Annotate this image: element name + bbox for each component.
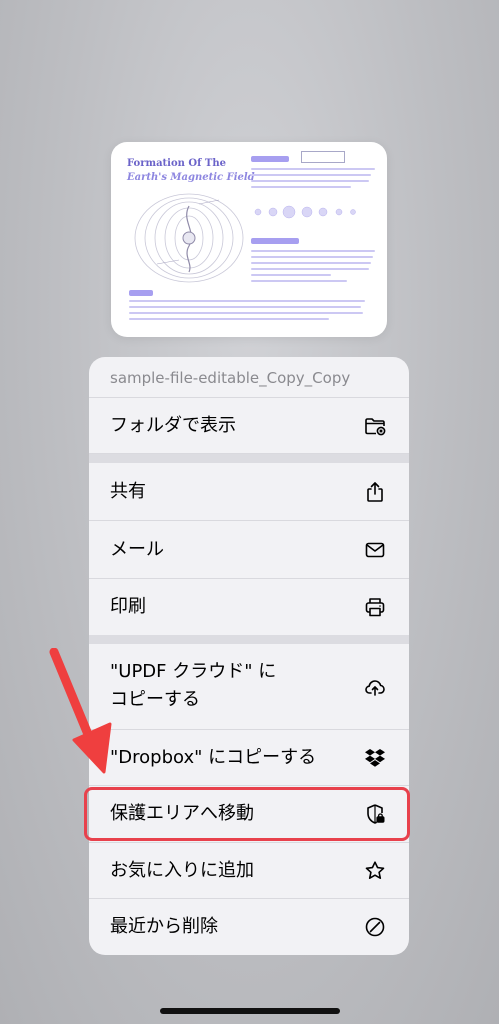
- menu-item-label: 最近から削除: [110, 916, 218, 937]
- menu-item-move-to-protected-area[interactable]: 保護エリアへ移動: [89, 786, 409, 843]
- menu-item-mail[interactable]: メール: [89, 521, 409, 579]
- thumbnail-section-tag: [251, 156, 289, 162]
- thumbnail-text-line: [251, 274, 331, 276]
- menu-item-label: 保護エリアへ移動: [110, 803, 254, 824]
- share-icon: [363, 480, 387, 504]
- magnetic-field-illustration: [129, 186, 249, 286]
- menu-item-print[interactable]: 印刷: [89, 579, 409, 635]
- thumbnail-text-line: [129, 306, 361, 308]
- menu-item-copy-to-updf-cloud[interactable]: "UPDF クラウド" に コピーする: [89, 644, 409, 730]
- printer-icon: [363, 595, 387, 619]
- screen: Formation Of The Earth's Magnetic Field: [0, 0, 499, 1024]
- thumbnail-text-line: [129, 318, 329, 320]
- thumbnail-text-line: [251, 256, 373, 258]
- section-separator: [89, 635, 409, 644]
- thumbnail-text-line: [251, 180, 369, 182]
- thumbnail-text-line: [129, 300, 365, 302]
- menu-item-copy-to-dropbox[interactable]: "Dropbox" にコピーする: [89, 730, 409, 786]
- menu-item-show-in-folder[interactable]: フォルダで表示: [89, 398, 409, 454]
- thumbnail-title: Formation Of The Earth's Magnetic Field: [127, 157, 255, 185]
- thumbnail-section-tag: [129, 290, 153, 296]
- remove-circle-icon: [363, 915, 387, 939]
- thumbnail-text-line: [129, 312, 363, 314]
- dropbox-icon: [363, 746, 387, 770]
- menu-item-label: "Dropbox" にコピーする: [110, 747, 317, 768]
- thumbnail-text-line: [251, 186, 351, 188]
- mail-icon: [363, 538, 387, 562]
- menu-item-label-line2: コピーする: [110, 689, 200, 710]
- thumbnail-planet-row: [253, 204, 363, 219]
- shield-lock-icon: [363, 802, 387, 826]
- menu-item-label: 共有: [110, 481, 146, 502]
- menu-item-share[interactable]: 共有: [89, 463, 409, 521]
- menu-item-label: 印刷: [110, 596, 146, 617]
- menu-item-remove-from-recents[interactable]: 最近から削除: [89, 899, 409, 955]
- document-thumbnail[interactable]: Formation Of The Earth's Magnetic Field: [111, 142, 387, 337]
- thumbnail-text-line: [251, 262, 371, 264]
- folder-icon: [363, 414, 387, 438]
- menu-item-add-to-favorites[interactable]: お気に入りに追加: [89, 843, 409, 899]
- thumbnail-title-line1: Formation Of The: [127, 158, 226, 169]
- thumbnail-title-line2: Earth's Magnetic Field: [127, 172, 255, 183]
- thumbnail-section-tag: [251, 238, 299, 244]
- thumbnail-text-line: [251, 168, 375, 170]
- section-separator: [89, 454, 409, 463]
- cloud-upload-icon: [363, 675, 387, 699]
- thumbnail-text-line: [251, 174, 371, 176]
- action-sheet: sample-file-editable_Copy_Copy フォルダで表示 共…: [89, 357, 409, 955]
- menu-item-label: お気に入りに追加: [110, 860, 254, 881]
- sheet-header: sample-file-editable_Copy_Copy: [89, 357, 409, 398]
- home-indicator[interactable]: [160, 1008, 340, 1014]
- thumbnail-text-line: [251, 250, 375, 252]
- thumbnail-text-line: [251, 268, 369, 270]
- star-icon: [363, 859, 387, 883]
- menu-item-label: メール: [110, 539, 164, 560]
- planet-dots: [254, 205, 356, 219]
- thumbnail-text-line: [251, 280, 347, 282]
- file-name: sample-file-editable_Copy_Copy: [110, 369, 351, 387]
- menu-item-label: フォルダで表示: [110, 415, 236, 436]
- thumbnail-box: [301, 151, 345, 163]
- magnetic-field-drawing: [134, 193, 244, 283]
- menu-item-label-line1: "UPDF クラウド" に: [110, 661, 277, 682]
